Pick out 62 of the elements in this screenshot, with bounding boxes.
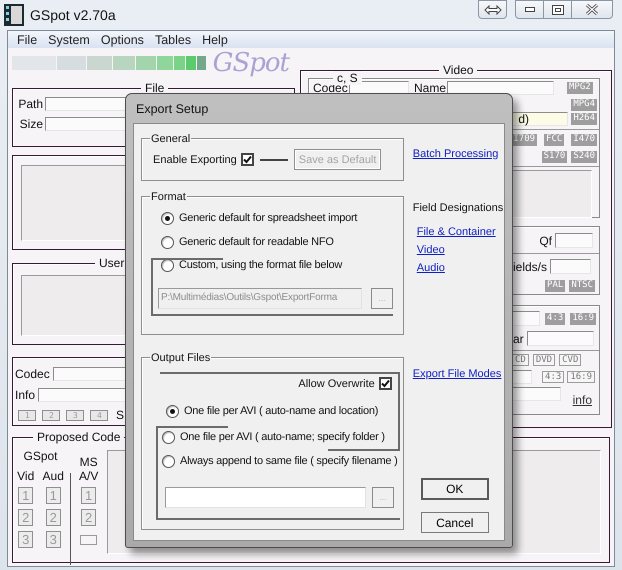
format-tag[interactable]: 4:3 xyxy=(542,371,564,383)
ok-button[interactable]: OK xyxy=(420,478,489,500)
field-label: Name xyxy=(414,80,447,94)
format-tag: S170 xyxy=(542,150,568,162)
format-tag[interactable]: 16:9 xyxy=(567,371,595,383)
enable-exporting-checkbox[interactable]: Enable Exporting xyxy=(153,152,254,166)
dialog-title: Export Setup xyxy=(136,102,208,116)
format-tag: PAL xyxy=(545,280,566,292)
column-title: GSpot xyxy=(22,449,59,463)
format-tag: MPG2 xyxy=(567,82,593,94)
field-label: ields/s xyxy=(513,260,548,274)
radio-option[interactable]: Custom, using the format file below xyxy=(153,258,393,272)
help-link[interactable]: Audio xyxy=(416,261,445,275)
radio-option[interactable]: Generic default for spreadsheet import xyxy=(142,211,403,225)
column-title: MS xyxy=(80,455,98,469)
radio-option[interactable]: Always append to same file ( specify filename ) xyxy=(142,454,403,468)
menu-item[interactable]: Help xyxy=(197,32,234,47)
field-label: Size xyxy=(18,117,43,131)
field-label: Qf xyxy=(539,234,552,248)
menu-item[interactable]: Options xyxy=(96,32,150,47)
radio-option[interactable]: One file per AVI ( auto-name; specify folder ) xyxy=(142,430,403,444)
help-link[interactable]: Video xyxy=(416,243,445,257)
field-label: S xyxy=(116,408,124,422)
allow-overwrite-checkbox[interactable]: Allow Overwrite xyxy=(298,376,392,390)
format-tag: NTSC xyxy=(569,280,595,292)
format-tag: S240 xyxy=(571,150,597,162)
section-title: Field Designations xyxy=(412,201,504,215)
help-link[interactable]: File & Container xyxy=(416,225,496,239)
format-tag: I470 xyxy=(571,134,597,146)
format-tag[interactable]: DVD xyxy=(532,354,556,366)
field-label: Path xyxy=(17,97,43,111)
menu-item[interactable]: Tables xyxy=(150,32,198,47)
column-label: Vid xyxy=(17,469,34,483)
checkbox-label: Allow Overwrite xyxy=(298,376,375,390)
help-link[interactable]: Export File Modes xyxy=(412,367,502,381)
format-tag: 4:3 xyxy=(545,312,566,324)
menu-item[interactable]: File xyxy=(12,32,44,47)
radio-option[interactable]: One file per AVI ( auto-name and location) xyxy=(142,404,403,418)
group-label: Output Files xyxy=(150,351,212,365)
format-tag: 16:9 xyxy=(570,312,596,324)
menu-item[interactable]: System xyxy=(43,32,96,47)
info-link[interactable]: info xyxy=(572,393,592,407)
column-label: A/V xyxy=(79,469,98,483)
field-label: ar xyxy=(513,332,524,346)
app-logo: GSpot xyxy=(212,47,291,79)
format-tag: MPG4 xyxy=(571,99,597,111)
field-label: Codec xyxy=(15,367,50,381)
group-label: Video xyxy=(439,63,478,77)
radio-option[interactable]: Generic default for readable NFO xyxy=(142,235,403,249)
format-tag: FCC xyxy=(544,134,564,146)
field-value: d) xyxy=(518,112,529,126)
checkbox-label: Enable Exporting xyxy=(153,152,237,166)
group-label: Proposed Code xyxy=(33,430,124,444)
format-tag[interactable]: CVD xyxy=(559,354,582,366)
field-label: Info xyxy=(15,388,36,402)
format-tag: H264 xyxy=(571,113,597,125)
cancel-button[interactable]: Cancel xyxy=(420,512,489,533)
help-link[interactable]: Batch Processing xyxy=(412,147,498,161)
format-tag[interactable]: CD xyxy=(512,354,529,366)
window-title: GSpot v2.70a xyxy=(30,8,116,22)
column-label: Aud xyxy=(42,469,64,483)
format-tag: I709 xyxy=(511,134,538,146)
